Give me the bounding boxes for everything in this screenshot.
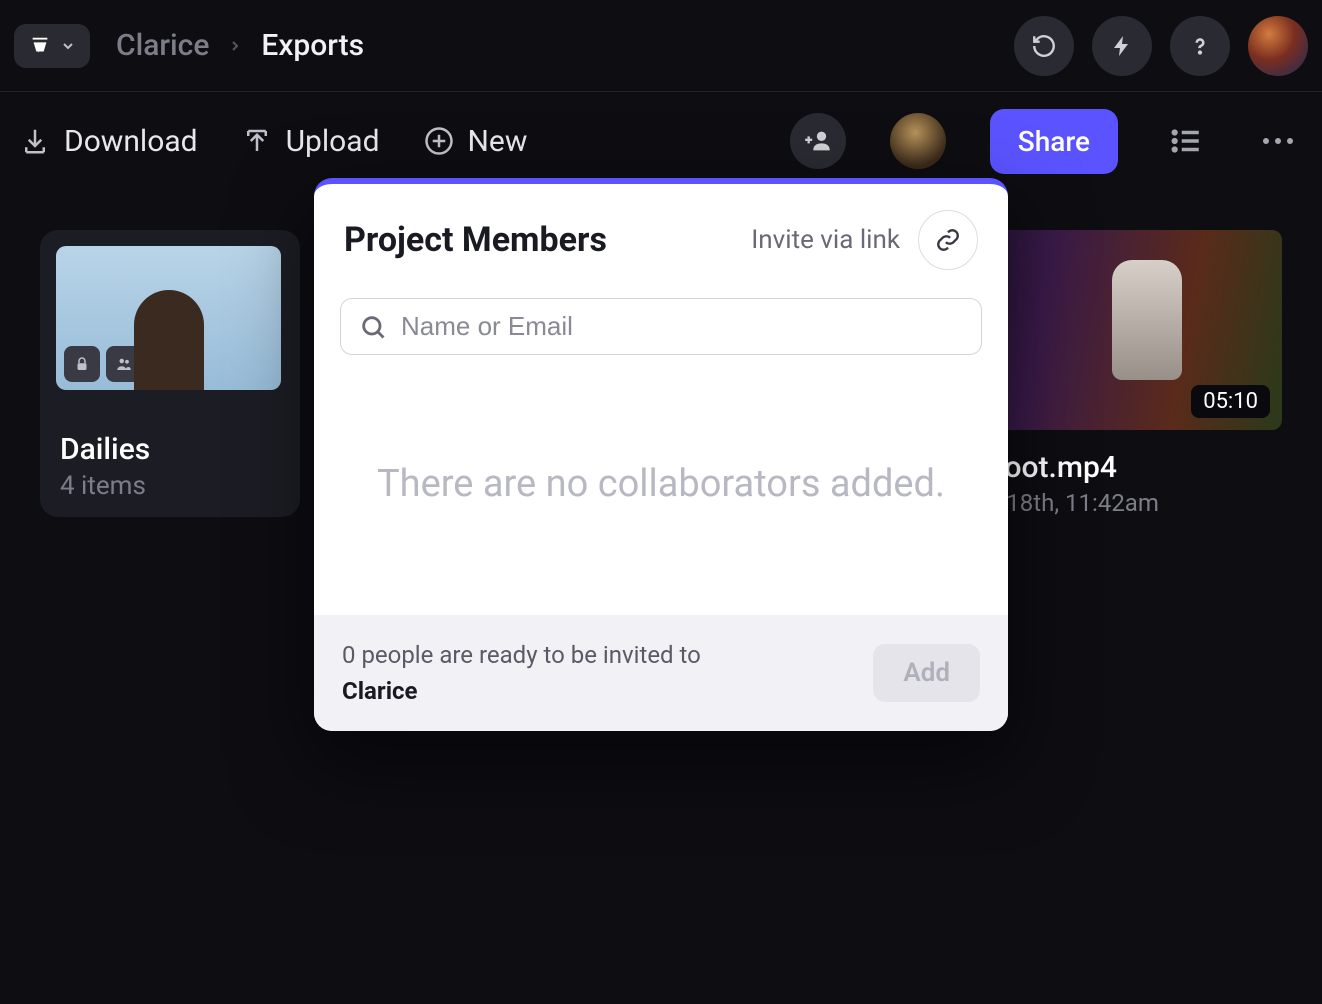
search-icon — [359, 313, 387, 341]
member-search-field[interactable] — [340, 298, 982, 355]
people-icon — [106, 346, 142, 382]
breadcrumb-current: Exports — [261, 28, 364, 63]
list-view-button[interactable] — [1162, 117, 1210, 165]
folder-card-dailies[interactable]: Dailies 4 items — [40, 230, 300, 517]
breadcrumb-parent[interactable]: Clarice — [116, 28, 209, 63]
upload-button[interactable]: Upload — [242, 124, 380, 159]
collaborator-avatar[interactable] — [890, 113, 946, 169]
chevron-right-icon — [227, 38, 243, 54]
user-avatar[interactable] — [1248, 16, 1308, 76]
add-button[interactable]: Add — [873, 644, 980, 702]
folder-thumbnail — [56, 246, 281, 390]
breadcrumb: Clarice Exports — [116, 28, 364, 63]
folder-subtitle: 4 items — [56, 471, 284, 501]
empty-state-text: There are no collaborators added. — [314, 355, 1008, 615]
chevron-down-icon — [60, 38, 76, 54]
share-button[interactable]: Share — [990, 109, 1118, 174]
copy-link-button[interactable] — [918, 210, 978, 270]
help-button[interactable] — [1170, 16, 1230, 76]
invite-via-link-button[interactable]: Invite via link — [751, 225, 900, 255]
add-person-button[interactable] — [790, 113, 846, 169]
refresh-button[interactable] — [1014, 16, 1074, 76]
app-menu-button[interactable] — [14, 24, 90, 68]
more-button[interactable] — [1254, 117, 1302, 165]
upload-label: Upload — [286, 124, 380, 159]
project-members-modal: Project Members Invite via link There ar… — [314, 178, 1008, 731]
new-button[interactable]: New — [424, 124, 528, 159]
modal-title: Project Members — [344, 220, 607, 260]
lock-icon — [64, 346, 100, 382]
folder-title: Dailies — [56, 432, 284, 467]
download-label: Download — [64, 124, 198, 159]
video-duration-badge: 05:10 — [1191, 385, 1270, 418]
footer-invite-count: 0 people are ready to be invited to Clar… — [342, 637, 701, 709]
lightning-button[interactable] — [1092, 16, 1152, 76]
new-label: New — [468, 124, 528, 159]
app-logo-icon — [28, 34, 52, 58]
download-button[interactable]: Download — [20, 124, 198, 159]
member-search-input[interactable] — [401, 311, 963, 342]
